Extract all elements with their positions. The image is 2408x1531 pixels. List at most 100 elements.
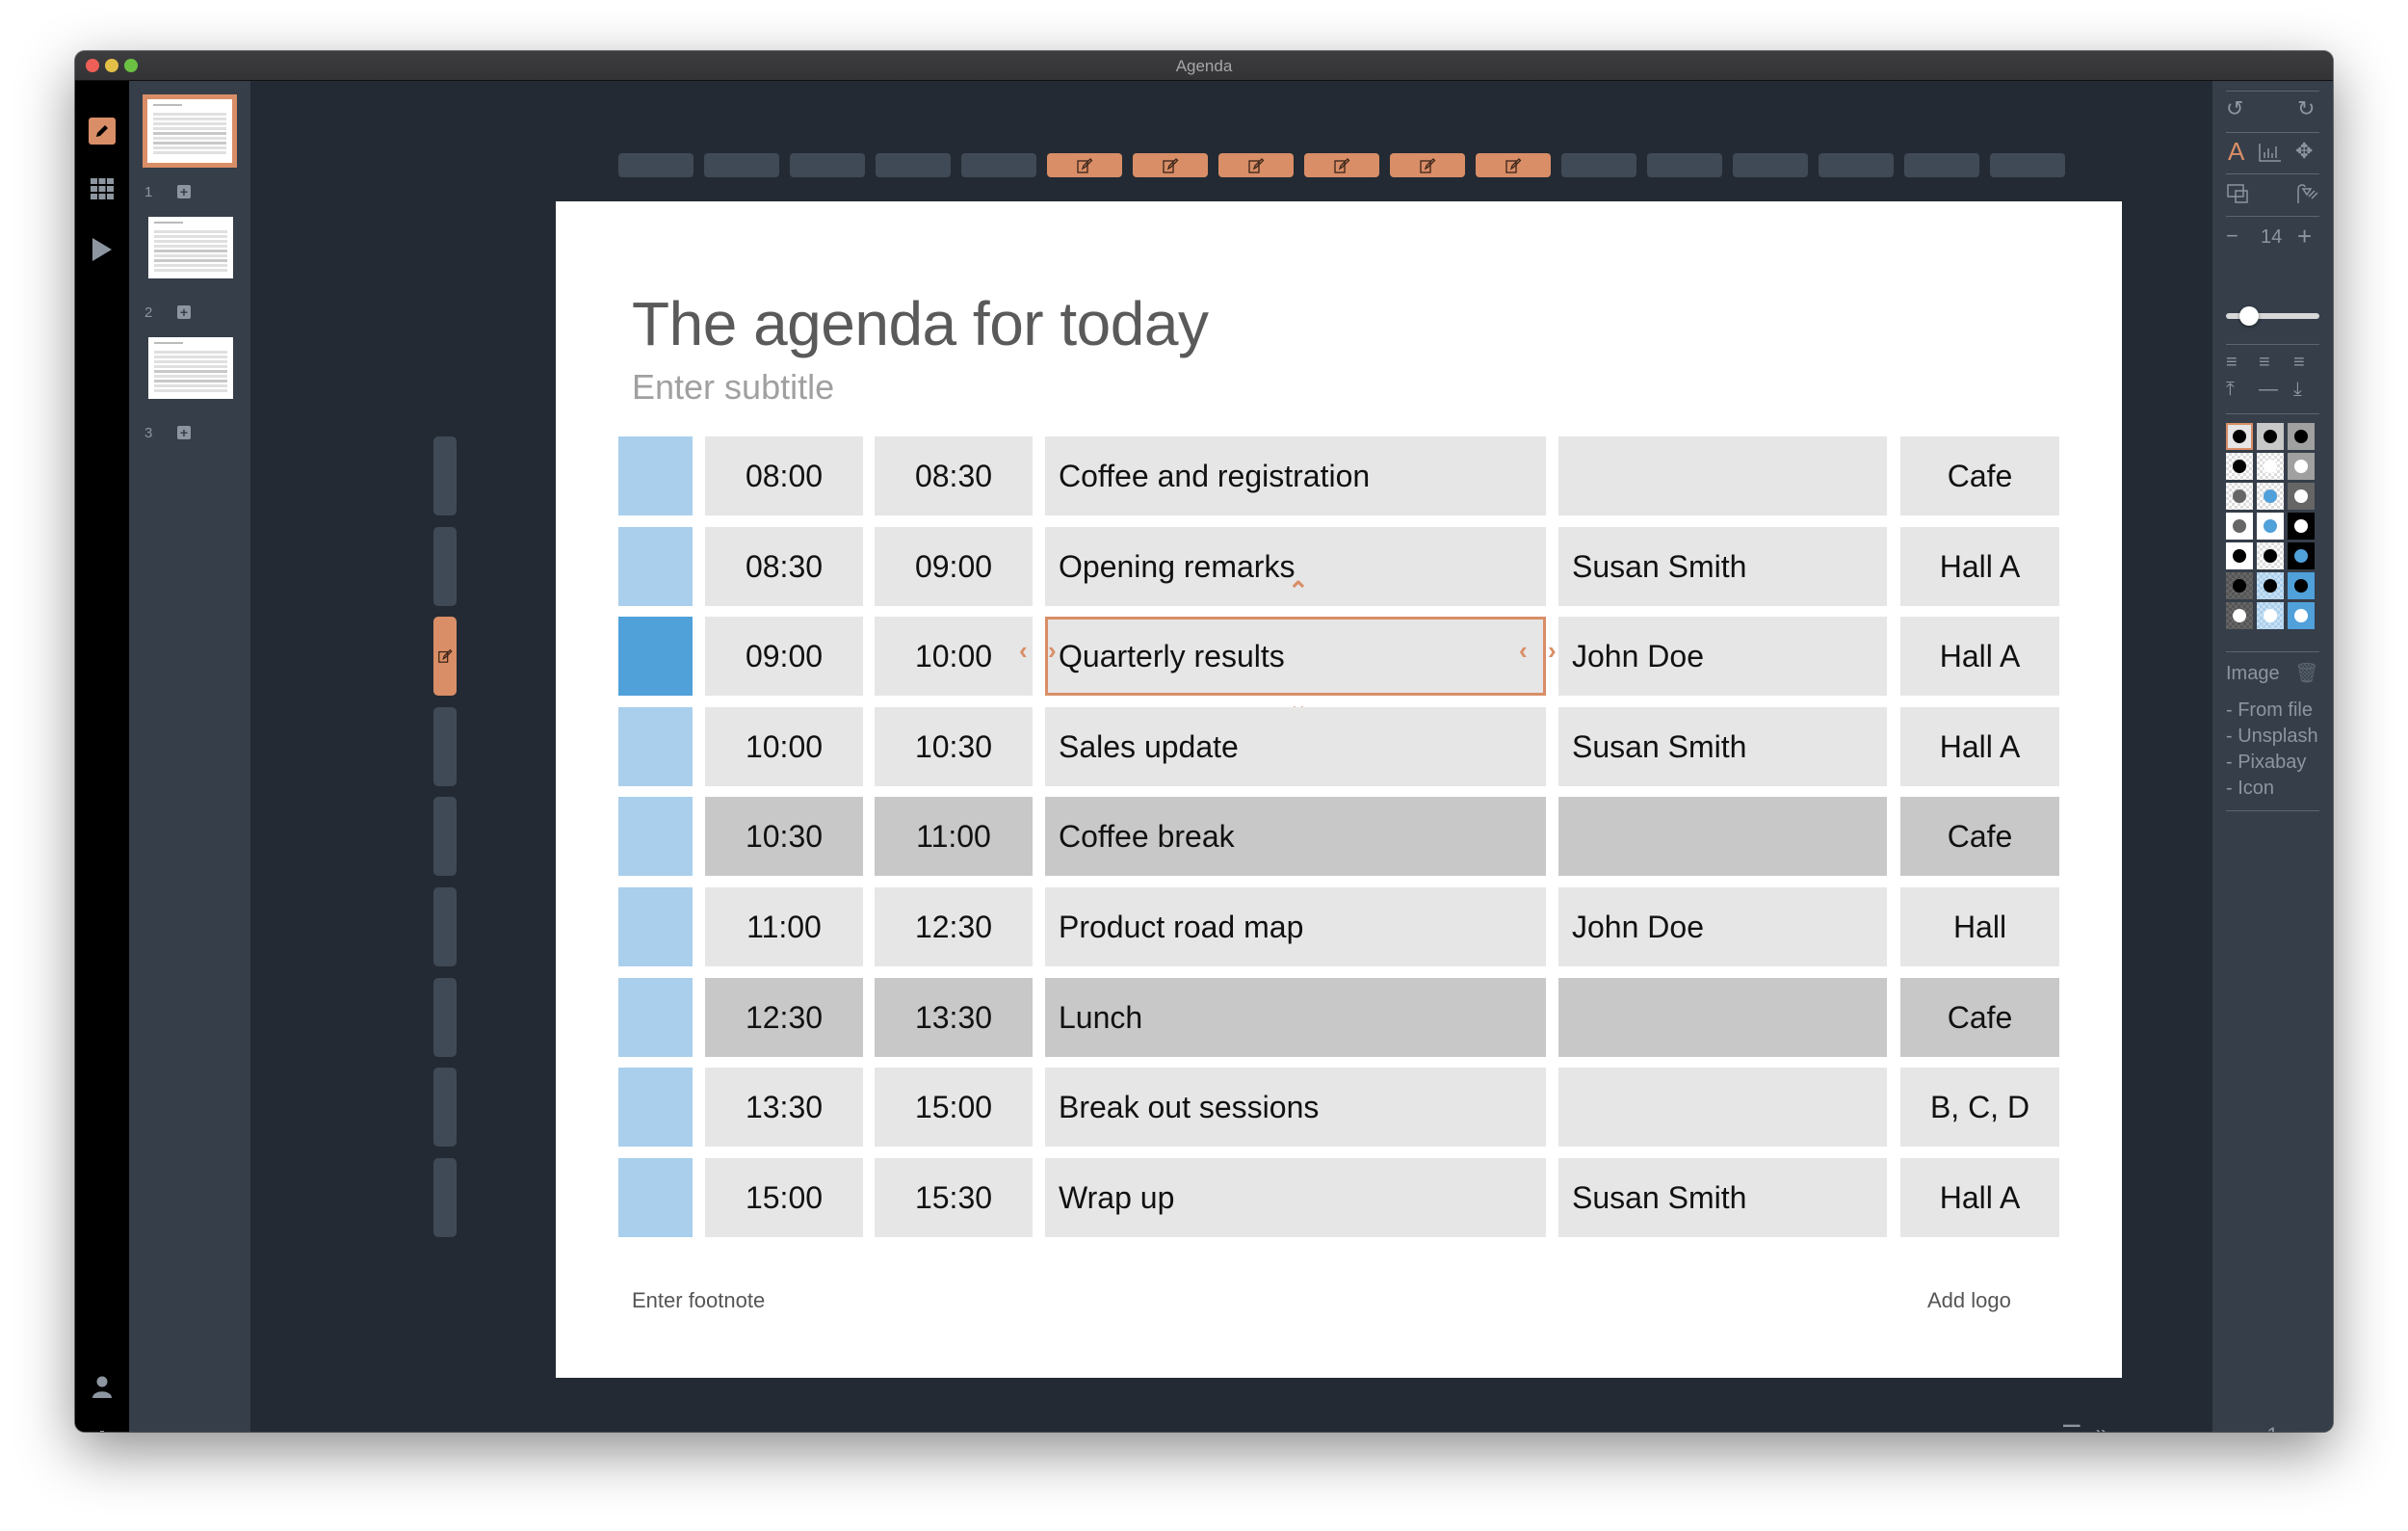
font-size-slider[interactable]: [2226, 306, 2319, 326]
undo-icon[interactable]: ↺: [2226, 98, 2243, 119]
image-source-pixabay[interactable]: - Pixabay: [2226, 752, 2306, 774]
row-handle[interactable]: [433, 797, 457, 876]
color-swatch[interactable]: [2288, 513, 2315, 540]
cell-room[interactable]: Cafe: [1900, 797, 2059, 876]
cell-start[interactable]: 09:00: [705, 617, 863, 696]
present-button[interactable]: [89, 236, 116, 263]
cell-end[interactable]: 09:00: [875, 527, 1033, 606]
trash-icon[interactable]: 🗑: [2294, 663, 2318, 684]
color-swatch[interactable]: [2226, 423, 2253, 450]
color-swatch[interactable]: [2288, 483, 2315, 510]
row-handle[interactable]: [433, 617, 457, 696]
color-swatch[interactable]: [2226, 483, 2253, 510]
cell-topic[interactable]: Coffee and registration: [1045, 436, 1546, 515]
column-toolbar-button[interactable]: [1390, 153, 1465, 177]
image-source-icon[interactable]: - Icon: [2226, 778, 2274, 800]
cell-topic[interactable]: Sales update: [1045, 707, 1546, 786]
cell-end[interactable]: 15:00: [875, 1068, 1033, 1147]
move-icon[interactable]: ✥: [2295, 141, 2313, 162]
chart-icon[interactable]: [2259, 143, 2282, 165]
align-top-icon[interactable]: ⤒: [2226, 380, 2235, 399]
color-swatch[interactable]: [2288, 572, 2315, 599]
cell-speaker[interactable]: [1558, 797, 1887, 876]
row-marker[interactable]: [618, 887, 693, 966]
cell-topic[interactable]: Wrap up: [1045, 1158, 1546, 1237]
column-toolbar-button[interactable]: [1476, 153, 1551, 177]
list-icon[interactable]: ☰: [2061, 1420, 2082, 1432]
shower-style-icon[interactable]: [2295, 181, 2320, 208]
column-toolbar-button[interactable]: [1561, 153, 1636, 177]
cell-end[interactable]: 11:00: [875, 797, 1033, 876]
image-source-from-file[interactable]: - From file: [2226, 700, 2313, 722]
cell-topic[interactable]: Product road map: [1045, 887, 1546, 966]
cell-room[interactable]: Cafe: [1900, 978, 2059, 1057]
slide-footnote[interactable]: Enter footnote: [632, 1288, 765, 1313]
row-marker[interactable]: [618, 707, 693, 786]
color-swatch[interactable]: [2257, 423, 2284, 450]
add-slide-after-1-button[interactable]: +: [177, 185, 191, 198]
settings-button[interactable]: [89, 1428, 116, 1432]
column-toolbar-button[interactable]: [1047, 153, 1122, 177]
cell-end[interactable]: 08:30: [875, 436, 1033, 515]
row-handle[interactable]: [433, 1158, 457, 1237]
color-swatch[interactable]: [2257, 542, 2284, 569]
cell-start[interactable]: 11:00: [705, 887, 863, 966]
color-swatch[interactable]: [2226, 572, 2253, 599]
cell-topic[interactable]: Lunch: [1045, 978, 1546, 1057]
column-toolbar-button[interactable]: [1304, 153, 1379, 177]
shrink-column-icon[interactable]: ‹: [1519, 638, 1528, 663]
slide-title[interactable]: The agenda for today: [632, 288, 1209, 359]
move-row-up-icon[interactable]: ⌃: [1288, 578, 1309, 603]
column-toolbar-button[interactable]: [1904, 153, 1979, 177]
column-toolbar-button[interactable]: [704, 153, 779, 177]
cell-speaker[interactable]: John Doe: [1558, 887, 1887, 966]
color-swatch[interactable]: [2288, 602, 2315, 629]
cell-room[interactable]: B, C, D: [1900, 1068, 2059, 1147]
column-toolbar-button[interactable]: [961, 153, 1036, 177]
color-swatch[interactable]: [2257, 513, 2284, 540]
row-handle[interactable]: [433, 707, 457, 786]
cell-speaker[interactable]: [1558, 436, 1887, 515]
grid-view-button[interactable]: [89, 175, 116, 202]
add-slide-after-3-button[interactable]: +: [177, 426, 191, 439]
move-left-icon[interactable]: ‹: [1019, 638, 1028, 663]
color-swatch[interactable]: [2257, 483, 2284, 510]
row-marker[interactable]: [618, 797, 693, 876]
cell-end[interactable]: 13:30: [875, 978, 1033, 1057]
slide[interactable]: The agenda for today Enter subtitle 08:0…: [556, 201, 2122, 1378]
align-right-icon[interactable]: ≡: [2293, 353, 2305, 372]
align-bottom-icon[interactable]: ⤓: [2293, 380, 2302, 399]
cell-start[interactable]: 08:30: [705, 527, 863, 606]
cell-end[interactable]: 10:30: [875, 707, 1033, 786]
slide-thumbnail-1[interactable]: [143, 94, 237, 168]
align-middle-icon[interactable]: —: [2259, 380, 2278, 399]
column-toolbar-button[interactable]: [876, 153, 951, 177]
cell-room[interactable]: Hall: [1900, 887, 2059, 966]
color-swatch[interactable]: [2226, 542, 2253, 569]
color-swatch[interactable]: [2226, 513, 2253, 540]
add-slide-after-2-button[interactable]: +: [177, 305, 191, 319]
column-toolbar-button[interactable]: [1133, 153, 1208, 177]
row-marker[interactable]: [618, 436, 693, 515]
color-swatch[interactable]: [2226, 602, 2253, 629]
cell-topic[interactable]: Coffee break: [1045, 797, 1546, 876]
increase-font-size-button[interactable]: +: [2297, 224, 2312, 249]
cell-speaker[interactable]: [1558, 978, 1887, 1057]
slide-subtitle[interactable]: Enter subtitle: [632, 367, 834, 408]
double-chevron-right-icon[interactable]: »: [2096, 1420, 2108, 1432]
row-handle[interactable]: [433, 1068, 457, 1147]
cell-end[interactable]: 12:30: [875, 887, 1033, 966]
cell-topic[interactable]: Quarterly results: [1045, 617, 1546, 696]
decrease-font-size-button[interactable]: −: [2226, 225, 2238, 247]
column-toolbar-button[interactable]: [1647, 153, 1722, 177]
redo-icon[interactable]: ↻: [2297, 98, 2315, 119]
align-center-icon[interactable]: ≡: [2259, 353, 2270, 372]
account-button[interactable]: [89, 1374, 116, 1401]
column-toolbar-button[interactable]: [1733, 153, 1808, 177]
row-marker[interactable]: [618, 978, 693, 1057]
cell-start[interactable]: 10:00: [705, 707, 863, 786]
align-left-icon[interactable]: ≡: [2226, 353, 2238, 372]
cell-speaker[interactable]: [1558, 1068, 1887, 1147]
row-handle[interactable]: [433, 978, 457, 1057]
cell-start[interactable]: 08:00: [705, 436, 863, 515]
